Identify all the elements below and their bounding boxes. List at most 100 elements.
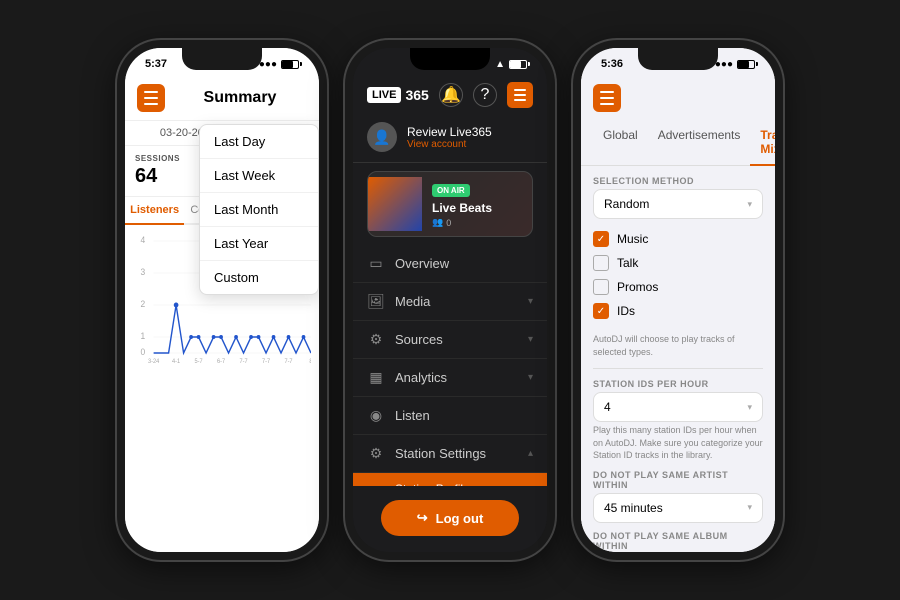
menu-line [514, 94, 526, 96]
ids-checkbox[interactable]: ✓ [593, 303, 609, 319]
tab-global[interactable]: Global [593, 120, 648, 166]
battery-icon-3 [737, 60, 755, 69]
status-icons-2: ▲ [495, 59, 527, 70]
talk-checkbox[interactable] [593, 255, 609, 271]
nav-listen[interactable]: ◉ Listen [353, 397, 547, 435]
nav-station-settings[interactable]: ⚙ Station Settings ▴ [353, 435, 547, 473]
nav-station-profile[interactable]: Station Profile [353, 473, 547, 486]
tab-track-mix[interactable]: Track Mix [750, 120, 775, 166]
logout-section: ↪ Log out [353, 486, 547, 552]
tab-listeners[interactable]: Listeners [125, 197, 184, 225]
talk-label: Talk [617, 256, 638, 270]
dropdown-last-week[interactable]: Last Week [200, 159, 318, 193]
svg-text:7-7: 7-7 [239, 359, 247, 363]
media-icon: 🖼 [367, 293, 385, 310]
no-same-artist-value: 45 minutes [604, 501, 663, 515]
nav-analytics[interactable]: ▦ Analytics ▾ [353, 359, 547, 397]
station-ids-info: Play this many station IDs per hour when… [593, 424, 763, 462]
svg-text:3-24: 3-24 [148, 359, 160, 363]
notch-1 [182, 48, 262, 70]
svg-text:1: 1 [140, 331, 145, 341]
dropdown-last-month[interactable]: Last Month [200, 193, 318, 227]
station-ids-group: STATION IDS PER HOUR 4 ▾ Play this many … [593, 379, 763, 462]
nav-listen-label: Listen [395, 408, 533, 423]
phone2-body: LIVE 365 🔔 ? 👤 Review Live365 View accou… [353, 76, 547, 552]
listen-icon: ◉ [367, 407, 385, 424]
bell-icon-btn[interactable]: 🔔 [439, 83, 463, 107]
dropdown-custom[interactable]: Custom [200, 261, 318, 294]
hamburger-button-1[interactable] [137, 84, 165, 112]
menu-button-2[interactable] [507, 82, 533, 108]
station-art [368, 177, 422, 231]
p2-icon-group: 🔔 ? [439, 82, 533, 108]
account-sub[interactable]: View account [407, 139, 492, 150]
status-time-3: 5:36 [601, 58, 623, 70]
selection-method-group: SELECTION METHOD Random ▾ [593, 176, 763, 219]
music-checkbox[interactable]: ✓ [593, 231, 609, 247]
nav-media[interactable]: 🖼 Media ▾ [353, 283, 547, 321]
music-label: Music [617, 232, 648, 246]
battery-icon [281, 60, 299, 69]
phone3-tabs: Global Advertisements Track Mix [581, 120, 775, 166]
nav-station-settings-label: Station Settings [395, 446, 518, 461]
svg-text:8: 8 [309, 359, 311, 363]
live365-logo: LIVE 365 [367, 87, 429, 103]
analytics-icon: ▦ [367, 369, 385, 386]
no-same-artist-chevron-icon: ▾ [747, 502, 752, 513]
selection-method-chevron-icon: ▾ [747, 199, 752, 210]
station-ids-select[interactable]: 4 ▾ [593, 392, 763, 422]
media-chevron-icon: ▾ [528, 296, 533, 307]
logout-label: Log out [436, 511, 484, 526]
station-card[interactable]: ON AIR Live Beats 👥 0 [367, 171, 533, 237]
hamburger-line [144, 97, 158, 99]
nav-overview-label: Overview [395, 256, 533, 271]
overview-icon: ▭ [367, 255, 385, 272]
promos-checkbox[interactable] [593, 279, 609, 295]
wifi-icon-2: ▲ [495, 59, 505, 70]
nav-overview[interactable]: ▭ Overview [353, 245, 547, 283]
logout-button[interactable]: ↪ Log out [381, 500, 519, 536]
svg-text:3: 3 [140, 267, 145, 277]
music-checkbox-row: ✓ Music [593, 227, 763, 251]
account-info: Review Live365 View account [407, 125, 492, 150]
notch-3 [638, 48, 718, 70]
dropdown-last-year[interactable]: Last Year [200, 227, 318, 261]
no-same-artist-select[interactable]: 45 minutes ▾ [593, 493, 763, 523]
station-name: Live Beats [432, 201, 522, 215]
sources-chevron-icon: ▾ [528, 334, 533, 345]
battery-icon-2 [509, 60, 527, 69]
hamburger-line [144, 103, 158, 105]
promos-label: Promos [617, 280, 658, 294]
menu-line [514, 89, 526, 91]
on-air-badge: ON AIR [432, 184, 470, 197]
live-text: LIVE [367, 87, 401, 103]
no-same-artist-group: DO NOT PLAY SAME ARTIST WITHIN 45 minute… [593, 470, 763, 523]
station-ids-label: STATION IDS PER HOUR [593, 379, 763, 389]
hamburger-line [600, 97, 614, 99]
logo-365-text: 365 [405, 87, 428, 103]
selection-method-select[interactable]: Random ▾ [593, 189, 763, 219]
phone-3: 5:36 ▲ ●●● Global Advertisements Track M… [573, 40, 783, 560]
settings-icon: ⚙ [367, 445, 385, 462]
phone3-body: Global Advertisements Track Mix SELECTIO… [581, 76, 775, 552]
hamburger-line [144, 91, 158, 93]
phone3-form: SELECTION METHOD Random ▾ ✓ Music Talk [581, 166, 775, 552]
phone2-topbar: LIVE 365 🔔 ? [353, 76, 547, 116]
nav-sources[interactable]: ⚙ Sources ▾ [353, 321, 547, 359]
page-title-1: Summary [173, 89, 307, 107]
talk-checkbox-row: Talk [593, 251, 763, 275]
tab-advertisements[interactable]: Advertisements [648, 120, 751, 166]
promos-checkbox-row: Promos [593, 275, 763, 299]
ids-label: IDs [617, 304, 635, 318]
account-name: Review Live365 [407, 125, 492, 139]
checkboxes-group: ✓ Music Talk Promos ✓ IDs [593, 227, 763, 323]
svg-text:0: 0 [140, 347, 145, 357]
dropdown-last-day[interactable]: Last Day [200, 125, 318, 159]
hamburger-button-3[interactable] [593, 84, 621, 112]
no-same-album-label: DO NOT PLAY SAME ALBUM WITHIN [593, 531, 763, 551]
account-row: 👤 Review Live365 View account [353, 116, 547, 163]
svg-text:2: 2 [140, 299, 145, 309]
svg-text:5-7: 5-7 [195, 359, 203, 363]
hamburger-line [600, 103, 614, 105]
help-icon-btn[interactable]: ? [473, 83, 497, 107]
